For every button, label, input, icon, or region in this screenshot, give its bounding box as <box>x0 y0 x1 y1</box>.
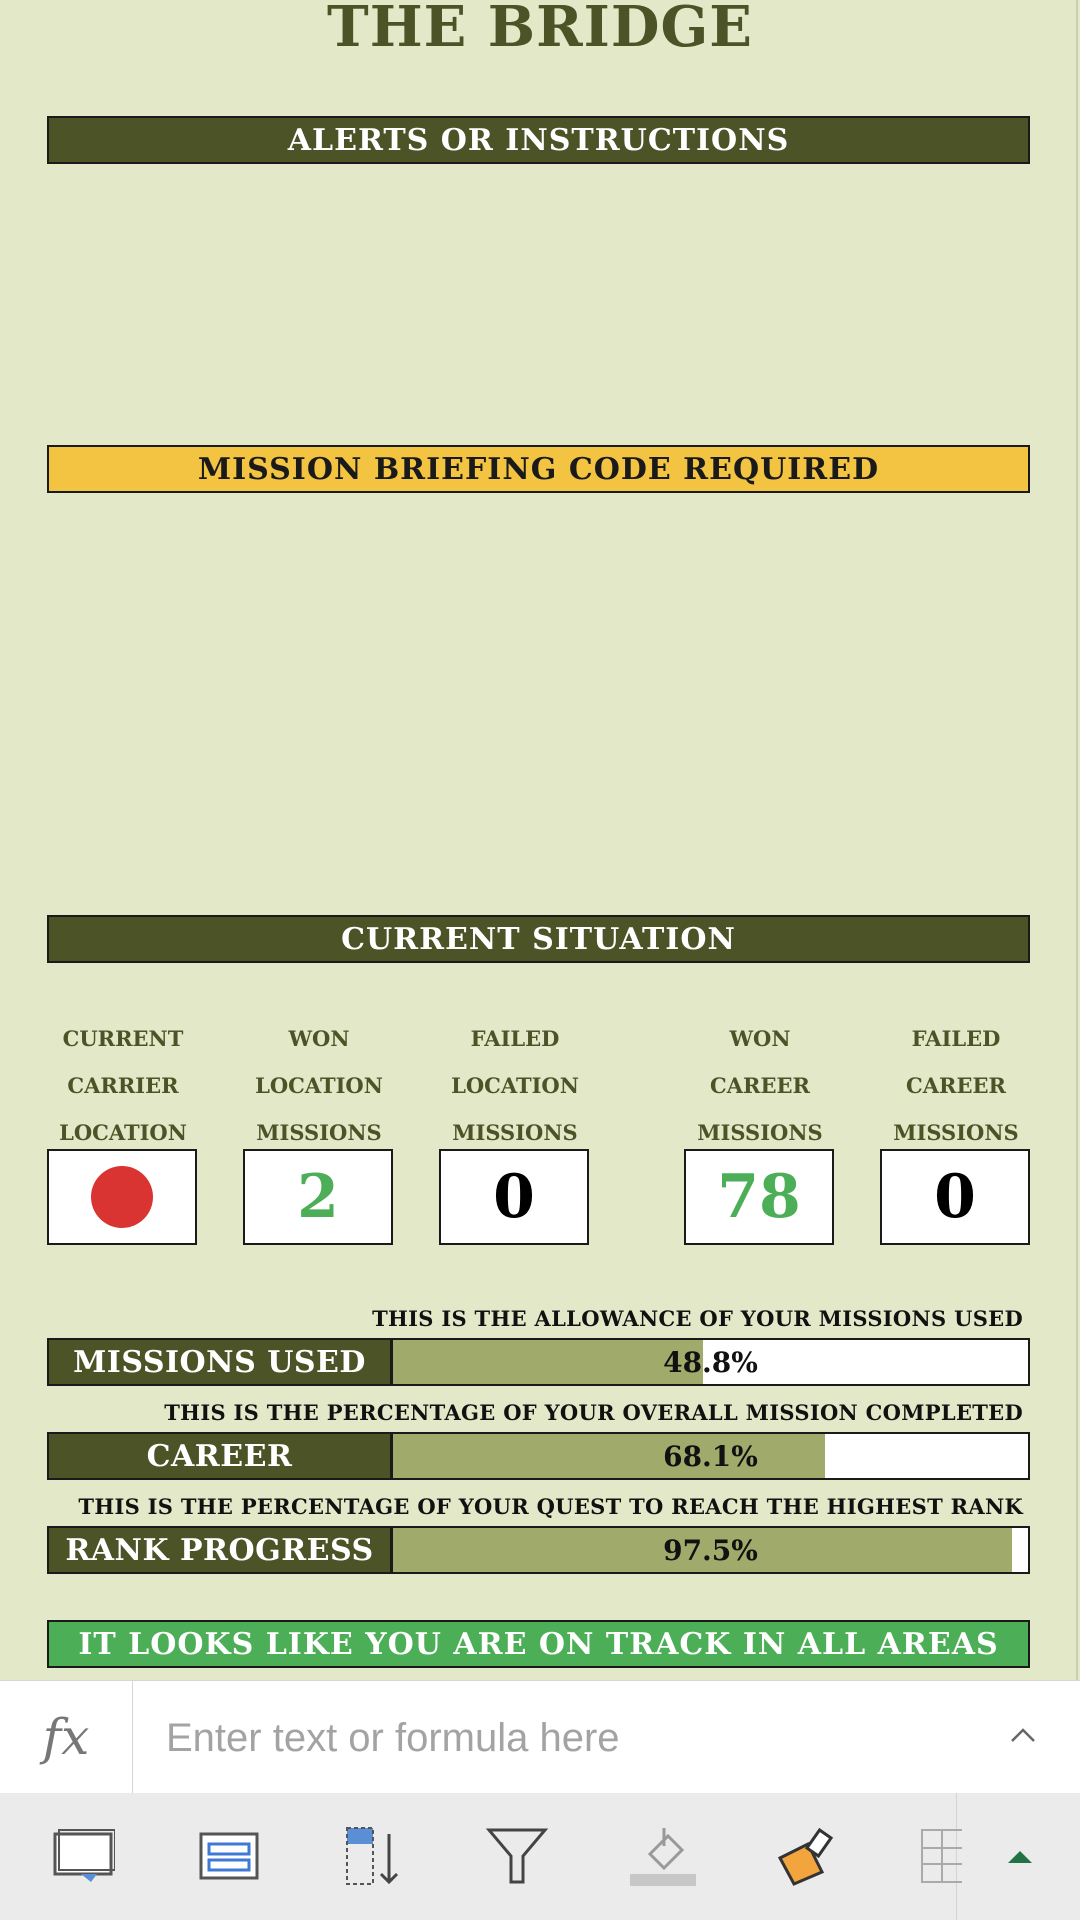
won-career-missions-cell[interactable]: 78 <box>684 1149 834 1245</box>
chevron-up-icon[interactable] <box>1008 1721 1038 1751</box>
formula-bar: fx <box>0 1680 1080 1795</box>
missions-used-label: MISSIONS USED <box>49 1340 393 1384</box>
briefing-code-header: MISSION BRIEFING CODE REQUIRED <box>47 445 1030 493</box>
stat-label-failed-location: FAILED LOCATION MISSIONS <box>451 1026 579 1145</box>
stat-label-won-career: WON CAREER MISSIONS <box>697 1026 823 1145</box>
fill-color-icon[interactable] <box>628 1821 698 1891</box>
red-dot-icon <box>91 1166 153 1228</box>
status-banner: IT LOOKS LIKE YOU ARE ON TRACK IN ALL AR… <box>47 1620 1030 1668</box>
missions-used-track: 48.8% <box>393 1340 1028 1384</box>
failed-career-missions-cell[interactable]: 0 <box>880 1149 1030 1245</box>
formula-input[interactable] <box>164 1681 988 1795</box>
alerts-header: ALERTS OR INSTRUCTIONS <box>47 116 1030 164</box>
career-row[interactable]: CAREER 68.1% <box>47 1432 1030 1480</box>
rank-progress-row[interactable]: RANK PROGRESS 97.5% <box>47 1526 1030 1574</box>
filter-icon[interactable] <box>482 1821 552 1891</box>
stat-label-won-location: WON LOCATION MISSIONS <box>255 1026 383 1145</box>
current-situation-header: CURRENT SITUATION <box>47 915 1030 963</box>
freeze-panes-icon[interactable] <box>194 1821 264 1891</box>
career-note: THIS IS THE PERCENTAGE OF YOUR OVERALL M… <box>164 1400 1023 1425</box>
insert-comment-icon[interactable] <box>48 1821 118 1891</box>
rank-progress-label: RANK PROGRESS <box>49 1528 393 1572</box>
stat-label-carrier-location: CURRENT CARRIER LOCATION <box>59 1026 187 1145</box>
expand-toolbar-icon[interactable] <box>1000 1821 1040 1891</box>
sort-icon[interactable] <box>338 1821 408 1891</box>
rank-progress-value: 97.5% <box>663 1533 758 1567</box>
stat-label-failed-career: FAILED CAREER MISSIONS <box>893 1026 1019 1145</box>
column-gridline <box>1076 0 1078 1680</box>
won-location-missions-cell[interactable]: 2 <box>243 1149 393 1245</box>
format-painter-icon[interactable] <box>774 1821 844 1891</box>
missions-used-row[interactable]: MISSIONS USED 48.8% <box>47 1338 1030 1386</box>
table-icon[interactable] <box>912 1821 962 1891</box>
page-title: THE BRIDGE <box>327 0 753 60</box>
career-value: 68.1% <box>663 1439 758 1473</box>
carrier-location-cell[interactable] <box>47 1149 197 1245</box>
spreadsheet-canvas[interactable]: THE BRIDGE ALERTS OR INSTRUCTIONS MISSIO… <box>0 0 1080 1680</box>
failed-location-missions-cell[interactable]: 0 <box>439 1149 589 1245</box>
career-track: 68.1% <box>393 1434 1028 1478</box>
missions-used-value: 48.8% <box>663 1345 758 1379</box>
rank-progress-note: THIS IS THE PERCENTAGE OF YOUR QUEST TO … <box>78 1494 1023 1519</box>
rank-progress-track: 97.5% <box>393 1528 1028 1572</box>
career-label: CAREER <box>49 1434 393 1478</box>
bottom-toolbar <box>0 1793 1080 1920</box>
fx-button[interactable]: fx <box>0 1681 133 1793</box>
missions-used-note: THIS IS THE ALLOWANCE OF YOUR MISSIONS U… <box>372 1306 1023 1331</box>
